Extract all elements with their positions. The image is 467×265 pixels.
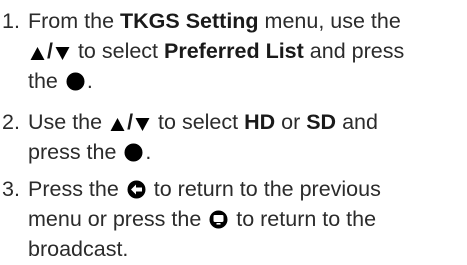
- option-sd: SD: [306, 110, 337, 134]
- option-hd: HD: [244, 110, 276, 134]
- option-name: Preferred List: [164, 39, 304, 63]
- step-number: 1.: [2, 9, 20, 33]
- down-triangle-icon: [55, 46, 70, 61]
- exit-button-icon: [209, 210, 228, 229]
- down-triangle-icon: [135, 117, 150, 132]
- up-triangle-icon: [110, 117, 125, 132]
- ok-button-icon: [124, 143, 143, 162]
- step-number: 3.: [2, 177, 20, 201]
- step-number: 2.: [2, 110, 20, 134]
- up-triangle-icon: [30, 46, 45, 61]
- ok-button-icon: [66, 72, 85, 91]
- menu-name: TKGS Setting: [120, 9, 259, 33]
- step-text: Press the to return to the previous menu…: [28, 177, 381, 261]
- step-text: Use the / to select HD or SD and press t…: [28, 110, 378, 164]
- back-arrow-icon: [127, 180, 146, 199]
- step-text: From the TKGS Setting menu, use the / to…: [28, 9, 405, 93]
